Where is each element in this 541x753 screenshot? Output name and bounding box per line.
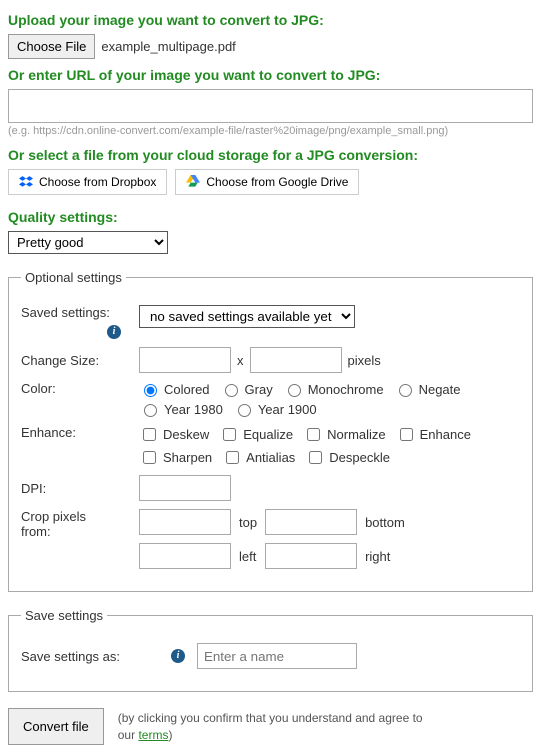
enhance-normalize-checkbox[interactable]: [307, 428, 320, 441]
gdrive-button[interactable]: Choose from Google Drive: [175, 169, 359, 195]
enhance-antialias-label: Antialias: [246, 450, 295, 465]
dropbox-icon: [19, 175, 33, 189]
enhance-normalize-label: Normalize: [327, 427, 386, 442]
enhance-enhance-label: Enhance: [420, 427, 471, 442]
color-negate-radio[interactable]: [399, 384, 412, 397]
crop-top-input[interactable]: [139, 509, 231, 535]
info-icon[interactable]: i: [171, 649, 185, 663]
height-input[interactable]: [250, 347, 342, 373]
disclaimer-post: ): [168, 728, 172, 742]
google-drive-icon: [186, 175, 200, 189]
width-input[interactable]: [139, 347, 231, 373]
color-label: Color:: [21, 381, 121, 396]
color-colored-label: Colored: [164, 382, 210, 397]
optional-settings-fieldset: Optional settings Saved settings: i no s…: [8, 270, 533, 592]
choose-file-button[interactable]: Choose File: [8, 34, 95, 59]
enhance-sharpen-checkbox[interactable]: [143, 451, 156, 464]
selected-filename: example_multipage.pdf: [101, 39, 235, 54]
info-icon[interactable]: i: [107, 325, 121, 339]
quality-select[interactable]: Pretty good: [8, 231, 168, 254]
url-heading: Or enter URL of your image you want to c…: [8, 67, 533, 83]
enhance-sharpen-label: Sharpen: [163, 450, 212, 465]
gdrive-button-label: Choose from Google Drive: [206, 175, 348, 189]
saved-settings-select[interactable]: no saved settings available yet: [139, 305, 355, 328]
color-colored-radio[interactable]: [144, 384, 157, 397]
color-monochrome-radio[interactable]: [288, 384, 301, 397]
save-settings-fieldset: Save settings Save settings as: i: [8, 608, 533, 692]
dropbox-button[interactable]: Choose from Dropbox: [8, 169, 167, 195]
enhance-equalize-label: Equalize: [243, 427, 293, 442]
color-gray-radio[interactable]: [225, 384, 238, 397]
crop-right-input[interactable]: [265, 543, 357, 569]
save-name-input[interactable]: [197, 643, 357, 669]
enhance-antialias-checkbox[interactable]: [226, 451, 239, 464]
x-label: x: [237, 353, 244, 368]
dpi-input[interactable]: [139, 475, 231, 501]
dropbox-button-label: Choose from Dropbox: [39, 175, 156, 189]
crop-label-2: from:: [21, 524, 121, 539]
terms-link[interactable]: terms: [138, 728, 168, 742]
upload-heading: Upload your image you want to convert to…: [8, 12, 533, 28]
crop-left-input[interactable]: [139, 543, 231, 569]
crop-top-label: top: [239, 515, 257, 530]
convert-disclaimer: (by clicking you confirm that you unders…: [118, 710, 438, 744]
optional-settings-legend: Optional settings: [21, 270, 126, 285]
cloud-heading: Or select a file from your cloud storage…: [8, 147, 533, 163]
enhance-label: Enhance:: [21, 425, 121, 440]
color-monochrome-label: Monochrome: [308, 382, 384, 397]
url-example-text: (e.g. https://cdn.online-convert.com/exa…: [8, 125, 533, 137]
enhance-despeckle-checkbox[interactable]: [309, 451, 322, 464]
enhance-equalize-checkbox[interactable]: [223, 428, 236, 441]
save-settings-label: Save settings as:: [21, 649, 171, 664]
quality-heading: Quality settings:: [8, 209, 533, 225]
color-negate-label: Negate: [419, 382, 461, 397]
saved-settings-label: Saved settings:: [21, 305, 121, 320]
crop-bottom-input[interactable]: [265, 509, 357, 535]
change-size-label: Change Size:: [21, 353, 121, 368]
enhance-deskew-checkbox[interactable]: [143, 428, 156, 441]
color-y1980-radio[interactable]: [144, 404, 157, 417]
crop-bottom-label: bottom: [365, 515, 405, 530]
pixels-label: pixels: [348, 353, 381, 368]
color-y1980-label: Year 1980: [164, 402, 223, 417]
enhance-enhance-checkbox[interactable]: [400, 428, 413, 441]
color-y1900-radio[interactable]: [238, 404, 251, 417]
enhance-deskew-label: Deskew: [163, 427, 209, 442]
color-gray-label: Gray: [245, 382, 273, 397]
color-y1900-label: Year 1900: [258, 402, 317, 417]
dpi-label: DPI:: [21, 481, 121, 496]
save-settings-legend: Save settings: [21, 608, 107, 623]
url-input[interactable]: [8, 89, 533, 123]
convert-file-button[interactable]: Convert file: [8, 708, 104, 745]
crop-right-label: right: [365, 549, 405, 564]
crop-label-1: Crop pixels: [21, 509, 121, 524]
crop-left-label: left: [239, 549, 257, 564]
enhance-despeckle-label: Despeckle: [329, 450, 390, 465]
